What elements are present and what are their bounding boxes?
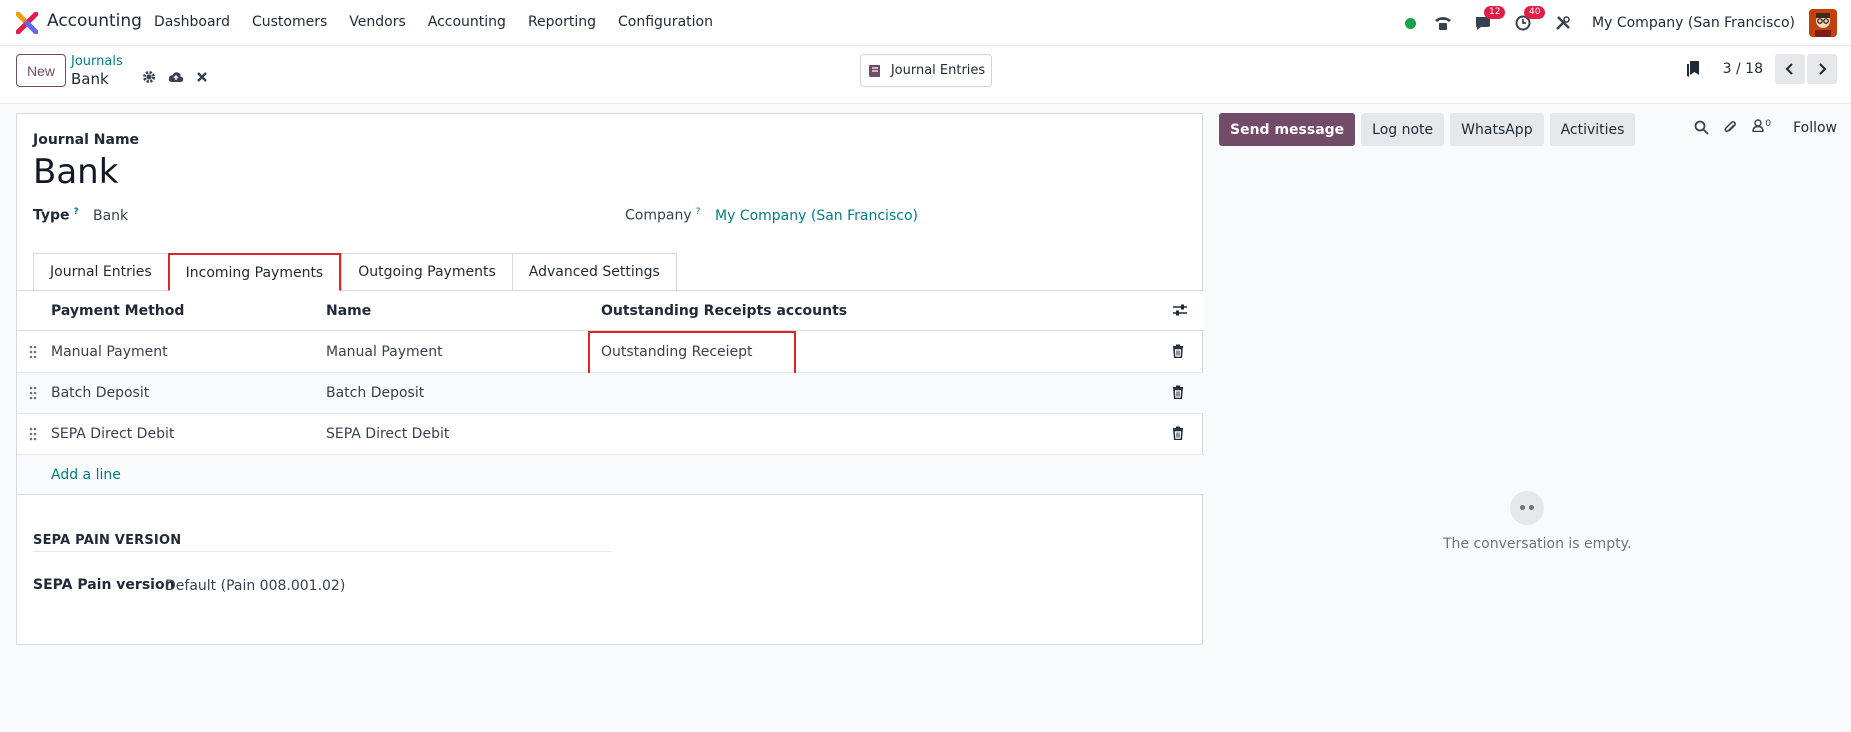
- empty-conversation-icon: [1510, 491, 1544, 525]
- drag-handle-icon[interactable]: [29, 427, 37, 441]
- log-note-button[interactable]: Log note: [1361, 113, 1445, 146]
- book-icon: [868, 64, 880, 77]
- menu-accounting[interactable]: Accounting: [428, 14, 506, 30]
- menu-customers[interactable]: Customers: [252, 14, 327, 30]
- name-cell[interactable]: Manual Payment: [326, 344, 443, 360]
- discard-close-icon[interactable]: [196, 71, 208, 83]
- bookmark-icon[interactable]: [1685, 60, 1701, 78]
- chatter-actions: Send message Log note WhatsApp Activitie…: [1219, 113, 1636, 146]
- chevron-left-icon: [1785, 63, 1793, 75]
- control-panel: New Journals Bank Journal Entries 3 / 18: [0, 46, 1851, 104]
- notebook-tabs: Journal Entries Incoming Payments Outgoi…: [33, 253, 677, 291]
- menu-configuration[interactable]: Configuration: [618, 14, 713, 30]
- journal-entries-smart-button[interactable]: Journal Entries: [860, 54, 992, 87]
- menu-reporting[interactable]: Reporting: [528, 14, 596, 30]
- type-field[interactable]: Bank: [93, 208, 128, 224]
- tab-journal-entries[interactable]: Journal Entries: [33, 253, 168, 291]
- trash-icon[interactable]: [1172, 426, 1184, 440]
- trash-icon[interactable]: [1172, 344, 1184, 358]
- main-menu: Dashboard Customers Vendors Accounting R…: [154, 14, 735, 30]
- company-switcher[interactable]: My Company (San Francisco): [1592, 15, 1795, 31]
- journal-name-field[interactable]: Bank: [33, 152, 118, 192]
- systray: 12 40 My Company (San Francisco): [1405, 6, 1837, 38]
- outstanding-account-cell[interactable]: Outstanding Receiept: [601, 344, 753, 360]
- table-header: Payment Method Name Outstanding Receipts…: [17, 291, 1204, 331]
- gear-icon[interactable]: [142, 70, 156, 84]
- company-label: Company?: [625, 207, 700, 224]
- table-row[interactable]: SEPA Direct Debit SEPA Direct Debit: [17, 414, 1204, 455]
- drag-handle-icon[interactable]: [29, 386, 37, 400]
- send-message-button[interactable]: Send message: [1219, 113, 1356, 146]
- chevron-right-icon: [1819, 63, 1827, 75]
- payment-method-cell[interactable]: Batch Deposit: [51, 385, 149, 401]
- payment-method-cell[interactable]: SEPA Direct Debit: [51, 426, 174, 442]
- top-navbar: Accounting Dashboard Customers Vendors A…: [0, 0, 1851, 46]
- smart-button-label: Journal Entries: [890, 63, 986, 78]
- company-label-text: Company: [625, 207, 692, 224]
- form-sheet: Journal Name Bank Type? Bank Company? My…: [16, 113, 1204, 645]
- tab-incoming-payments[interactable]: Incoming Payments: [167, 253, 342, 291]
- paperclip-icon[interactable]: [1723, 120, 1738, 135]
- payment-method-cell[interactable]: Manual Payment: [51, 344, 168, 360]
- pager-value[interactable]: 3 / 18: [1723, 61, 1763, 77]
- followers-count: 0: [1765, 119, 1772, 129]
- name-cell[interactable]: Batch Deposit: [326, 385, 424, 401]
- activities-clock-icon[interactable]: 40: [1512, 6, 1546, 34]
- sepa-pain-version-label: SEPA Pain version: [33, 577, 175, 593]
- activities-button[interactable]: Activities: [1549, 113, 1636, 146]
- menu-dashboard[interactable]: Dashboard: [154, 14, 230, 30]
- empty-conversation-text: The conversation is empty.: [1443, 536, 1632, 552]
- column-outstanding-receipts-accounts[interactable]: Outstanding Receipts accounts: [601, 303, 847, 319]
- chatter-tools: 0 Follow: [1694, 119, 1837, 136]
- pager: 3 / 18: [1685, 54, 1837, 84]
- optional-columns-toggle-icon[interactable]: [1172, 303, 1188, 317]
- follow-button[interactable]: Follow: [1793, 120, 1837, 136]
- column-name[interactable]: Name: [326, 303, 371, 319]
- company-field[interactable]: My Company (San Francisco): [715, 208, 918, 224]
- new-button[interactable]: New: [16, 54, 66, 87]
- menu-vendors[interactable]: Vendors: [349, 14, 405, 30]
- type-label-text: Type: [33, 207, 70, 224]
- drag-handle-icon[interactable]: [29, 345, 37, 359]
- journal-name-label: Journal Name: [33, 132, 140, 148]
- app-logo-icon[interactable]: [16, 12, 38, 34]
- user-avatar[interactable]: [1809, 9, 1837, 37]
- add-line-link[interactable]: Add a line: [51, 467, 121, 483]
- breadcrumb-journals[interactable]: Journals: [71, 54, 123, 69]
- add-line-row: Add a line: [17, 455, 1204, 495]
- sepa-section-title: SEPA PAIN VERSION: [33, 533, 182, 548]
- user-icon: [1752, 119, 1765, 133]
- breadcrumb-current-label: Bank: [71, 70, 109, 88]
- app-name[interactable]: Accounting: [47, 11, 142, 31]
- table-row[interactable]: Batch Deposit Batch Deposit: [17, 373, 1204, 414]
- activities-count-badge: 40: [1524, 6, 1546, 19]
- type-label: Type?: [33, 207, 79, 224]
- search-icon[interactable]: [1694, 120, 1709, 135]
- followers-button[interactable]: 0: [1752, 119, 1771, 136]
- breadcrumb-current: Bank: [71, 70, 109, 88]
- pager-next-button[interactable]: [1807, 54, 1837, 84]
- save-cloud-icon[interactable]: [168, 70, 184, 84]
- whatsapp-button[interactable]: WhatsApp: [1450, 113, 1544, 146]
- messages-icon[interactable]: 12: [1472, 6, 1506, 34]
- table-row[interactable]: Manual Payment Manual Payment Outstandin…: [17, 331, 1204, 375]
- tab-advanced-settings[interactable]: Advanced Settings: [511, 253, 677, 291]
- section-separator: [33, 551, 611, 552]
- tab-outgoing-payments[interactable]: Outgoing Payments: [341, 253, 512, 291]
- record-actions: [142, 70, 208, 84]
- name-cell[interactable]: SEPA Direct Debit: [326, 426, 449, 442]
- sepa-pain-version-field[interactable]: Default (Pain 008.001.02): [165, 578, 345, 594]
- company-help-icon[interactable]: ?: [696, 207, 701, 217]
- pager-previous-button[interactable]: [1775, 54, 1805, 84]
- trash-icon[interactable]: [1172, 385, 1184, 399]
- phone-icon[interactable]: [1432, 12, 1454, 34]
- type-help-icon[interactable]: ?: [74, 207, 79, 217]
- debug-tools-icon[interactable]: [1552, 12, 1574, 34]
- presence-status-icon: [1405, 17, 1417, 29]
- column-payment-method[interactable]: Payment Method: [51, 303, 184, 319]
- messages-count-badge: 12: [1484, 6, 1506, 19]
